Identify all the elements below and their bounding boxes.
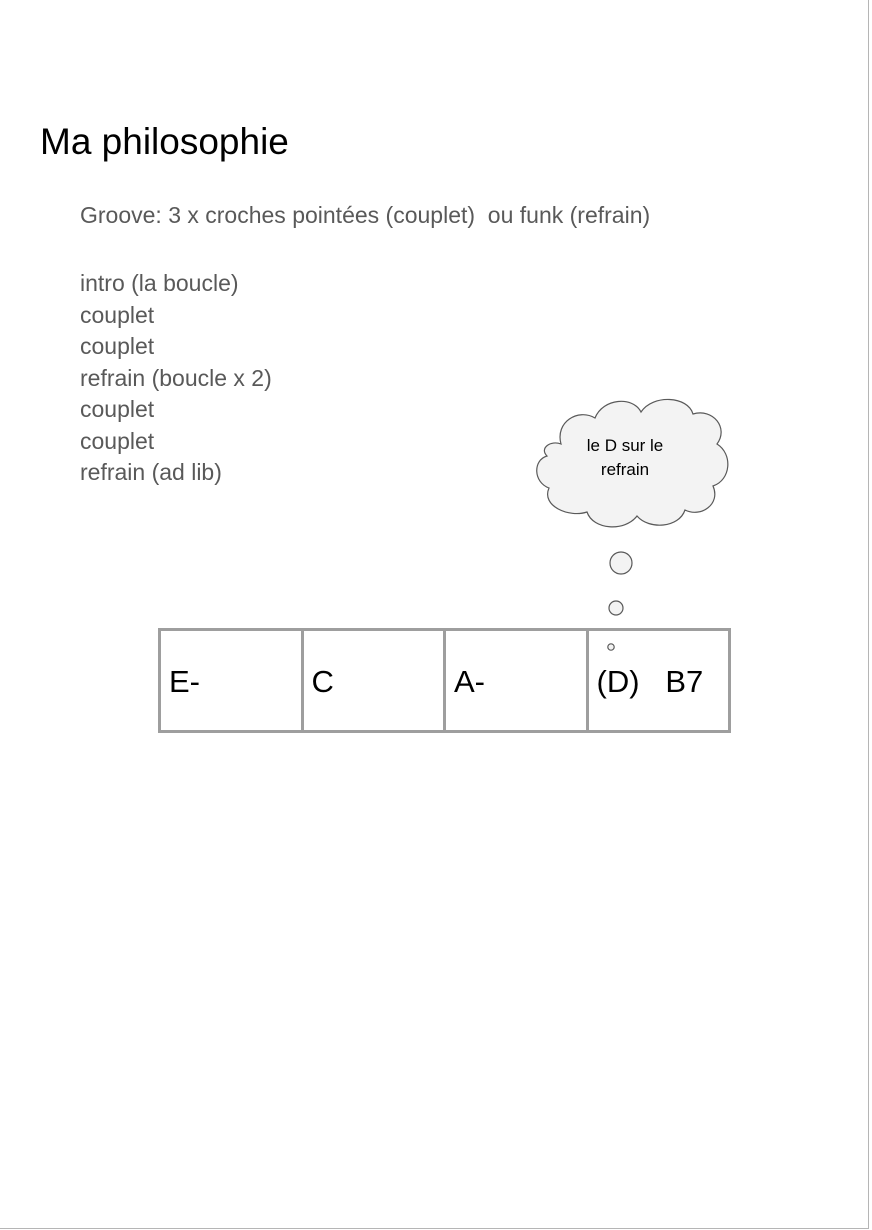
structure-item: refrain (boucle x 2) [80, 364, 272, 391]
song-structure-list: intro (la boucle) couplet couplet refrai… [80, 268, 272, 489]
structure-item: couplet [80, 396, 155, 422]
document-page: Ma philosophie Groove: 3 x croches point… [0, 0, 869, 1229]
chord-cell: C [304, 631, 446, 730]
structure-item: couplet [80, 333, 155, 359]
thought-bubble-text: le D sur le refrain [563, 434, 687, 482]
chord-cell: (D) B7 [589, 631, 729, 730]
page-title: Ma philosophie [40, 121, 289, 162]
structure-item: couplet [80, 427, 155, 454]
structure-item: intro (la boucle) [80, 270, 239, 296]
chord-cell: A- [446, 631, 589, 730]
structure-item: refrain (ad lib) [80, 459, 222, 485]
chord-label: A- [454, 664, 485, 699]
structure-item: couplet [80, 301, 155, 328]
thought-bubble-line: le D sur le [586, 436, 664, 455]
groove-text: Groove: 3 x croches pointées (couplet) o… [80, 202, 651, 228]
chord-label: E- [169, 664, 200, 699]
thought-bubble-line: refrain [600, 460, 650, 479]
chord-cell: E- [161, 631, 304, 730]
chord-label: C [311, 664, 334, 699]
thought-bubble [536, 398, 729, 651]
chord-grid: E- C A- (D) B7 [158, 628, 731, 733]
chord-label: (D) B7 [596, 664, 704, 699]
